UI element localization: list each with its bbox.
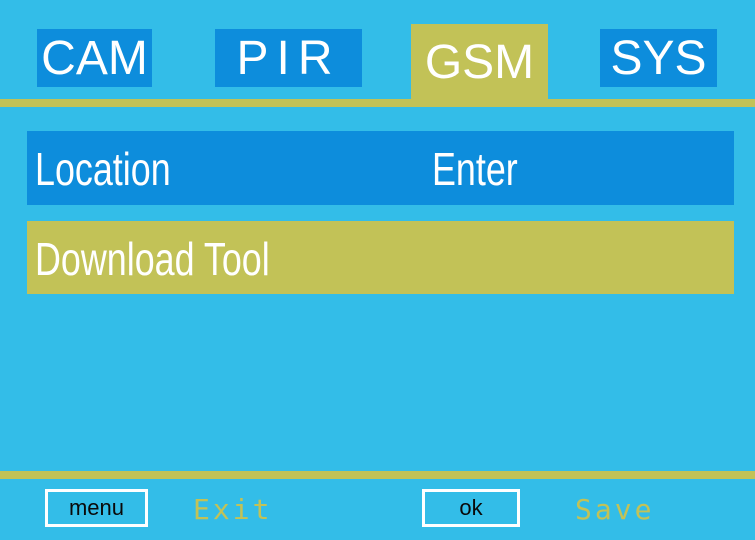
exit-hint: Exit xyxy=(193,493,273,526)
menu-item-label: Location xyxy=(35,143,171,195)
menu-item-download-tool[interactable]: Download Tool xyxy=(27,221,734,294)
menu-item-location[interactable]: Location Enter xyxy=(27,131,734,205)
menu-item-label: Download Tool xyxy=(35,233,270,285)
tab-pir[interactable]: PIR xyxy=(215,29,362,87)
tab-bar: CAM PIR GSM SYS xyxy=(0,0,755,99)
tab-gsm[interactable]: GSM xyxy=(411,24,548,99)
ok-key-button[interactable]: ok xyxy=(422,489,520,527)
menu-key-button[interactable]: menu xyxy=(45,489,148,527)
tab-cam[interactable]: CAM xyxy=(37,29,152,87)
bottom-divider xyxy=(0,471,755,479)
menu-item-value: Enter xyxy=(432,143,518,195)
footer-bar: menu Exit ok Save xyxy=(0,479,755,540)
save-hint: Save xyxy=(575,493,655,526)
top-divider xyxy=(0,99,755,107)
tab-sys[interactable]: SYS xyxy=(600,29,717,87)
